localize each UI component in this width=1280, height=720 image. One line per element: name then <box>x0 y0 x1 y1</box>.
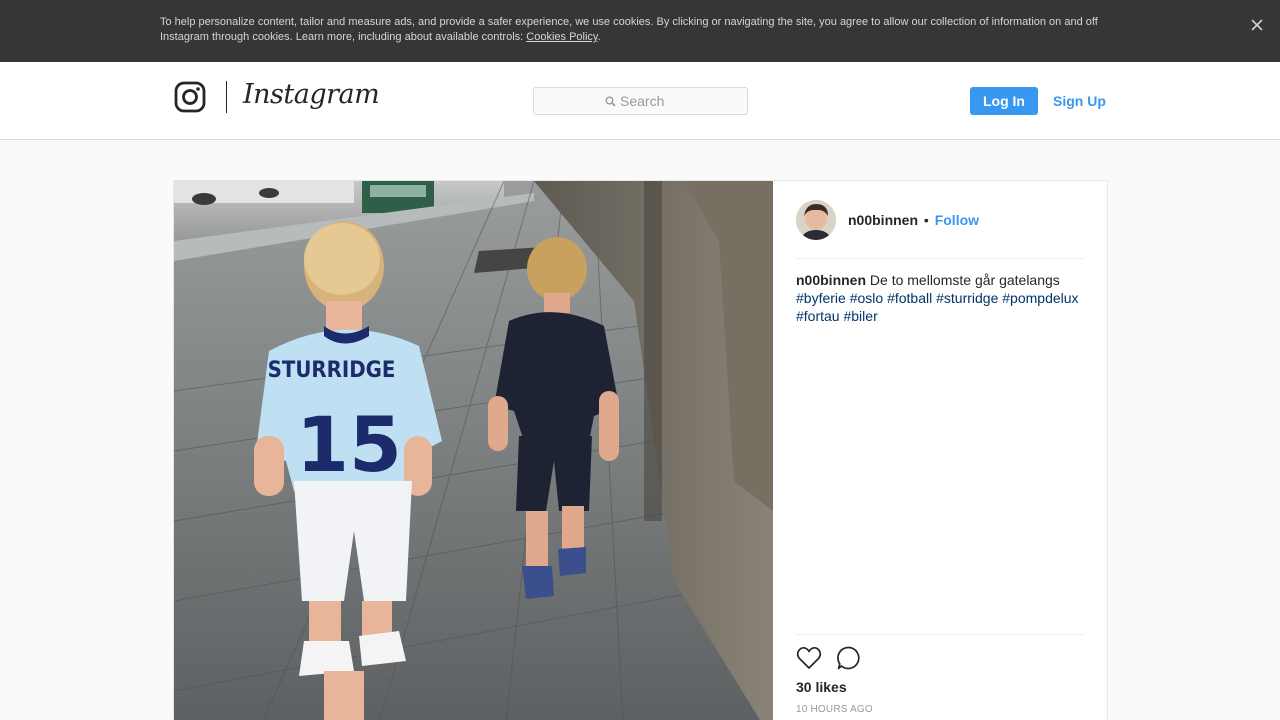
cookie-banner-trailing: . <box>597 31 601 43</box>
search-box[interactable] <box>533 87 748 115</box>
hashtag-link[interactable]: #fotball <box>887 290 932 306</box>
divider <box>796 258 1084 259</box>
comment-icon[interactable] <box>836 645 862 671</box>
avatar[interactable] <box>796 200 836 240</box>
close-icon[interactable] <box>1248 16 1266 34</box>
hashtag-link[interactable]: #oslo <box>850 290 883 306</box>
jersey-name: STURRIDGE <box>268 357 396 382</box>
cookie-banner-message: To help personalize content, tailor and … <box>160 16 1098 43</box>
cookies-policy-link[interactable]: Cookies Policy <box>526 31 597 43</box>
logo-divider <box>226 81 227 113</box>
hashtag-link[interactable]: #byferie <box>796 290 846 306</box>
instagram-camera-icon[interactable] <box>174 81 206 113</box>
follow-button[interactable]: Follow <box>935 212 979 228</box>
post-sidebar: n00binnen • Follow n00binnen De to mello… <box>796 181 1084 720</box>
hashtag-link[interactable]: #fortau <box>796 308 840 324</box>
search-icon <box>605 96 616 107</box>
cookie-banner-text: To help personalize content, tailor and … <box>160 15 1110 45</box>
sign-up-link[interactable]: Sign Up <box>1053 93 1106 109</box>
cookie-banner: To help personalize content, tailor and … <box>0 0 1280 62</box>
separator-dot: • <box>923 212 929 228</box>
instagram-wordmark[interactable]: Instagram <box>243 79 380 110</box>
caption-username[interactable]: n00binnen <box>796 272 866 288</box>
caption: n00binnen De to mellomste går gatelangs … <box>796 271 1084 325</box>
post-user-row: n00binnen • Follow <box>848 212 979 228</box>
likes-count[interactable]: 30 likes <box>796 679 847 695</box>
jersey-number: 15 <box>296 400 402 489</box>
divider <box>796 634 1084 635</box>
hashtag-link[interactable]: #pompdelux <box>1002 290 1078 306</box>
avatar-image <box>796 200 836 240</box>
top-nav: Instagram Log In Sign Up <box>0 62 1280 140</box>
post-username[interactable]: n00binnen <box>848 212 918 228</box>
post-card: STURRIDGE 15 n00binnen • Follow n00binne… <box>173 180 1108 720</box>
search-input[interactable] <box>620 92 740 110</box>
caption-text: De to mellomste går gatelangs <box>869 272 1060 288</box>
post-timestamp[interactable]: 10 HOURS AGO <box>796 704 873 715</box>
post-photo[interactable]: STURRIDGE 15 <box>174 181 773 720</box>
log-in-button[interactable]: Log In <box>970 87 1038 115</box>
post-photo-illustration: STURRIDGE 15 <box>174 181 773 720</box>
hashtag-link[interactable]: #sturridge <box>936 290 998 306</box>
heart-icon[interactable] <box>796 645 822 671</box>
hashtag-link[interactable]: #biler <box>843 308 877 324</box>
